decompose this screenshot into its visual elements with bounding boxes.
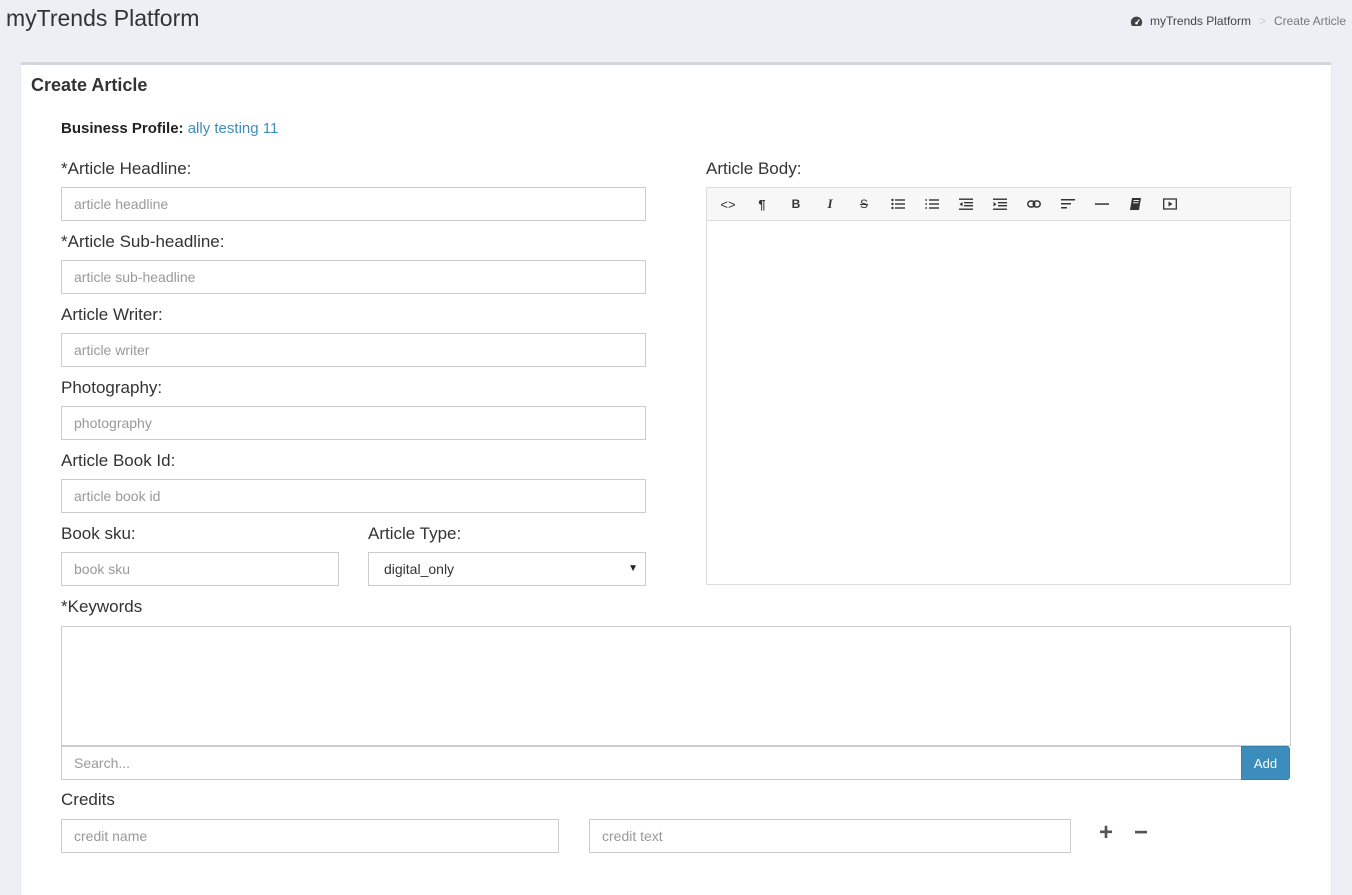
- add-keyword-button[interactable]: Add: [1241, 746, 1290, 780]
- link-icon[interactable]: [1017, 188, 1051, 220]
- photography-label: Photography:: [61, 378, 163, 397]
- create-article-box: Create Article Business Profile: ally te…: [21, 62, 1331, 895]
- code-view-icon[interactable]: <>: [711, 188, 745, 220]
- breadcrumb-home[interactable]: myTrends Platform: [1150, 14, 1251, 28]
- indent-icon[interactable]: [983, 188, 1017, 220]
- subheadline-input[interactable]: [61, 260, 646, 294]
- article-type-select[interactable]: digital_only ▼: [368, 552, 646, 586]
- caret-down-icon: ▼: [628, 563, 638, 574]
- credits-label: Credits: [61, 790, 115, 809]
- box-title: Create Article: [31, 75, 148, 95]
- credit-name-input[interactable]: [61, 819, 559, 853]
- credit-text-input[interactable]: [589, 819, 1071, 853]
- book-id-input[interactable]: [61, 479, 646, 513]
- book-id-label: Article Book Id:: [61, 451, 176, 470]
- keywords-label: *Keywords: [61, 597, 143, 616]
- breadcrumb-separator: >: [1258, 14, 1266, 28]
- book-sku-input[interactable]: [61, 552, 339, 586]
- breadcrumb: myTrends Platform > Create Article: [1130, 14, 1346, 28]
- book-sku-label: Book sku:: [61, 524, 136, 543]
- horizontal-rule-icon[interactable]: [1085, 188, 1119, 220]
- paragraph-icon[interactable]: ¶: [745, 188, 779, 220]
- outdent-icon[interactable]: [949, 188, 983, 220]
- body-label: Article Body:: [706, 159, 802, 178]
- align-icon[interactable]: [1051, 188, 1085, 220]
- dashboard-icon: [1130, 16, 1143, 26]
- add-credit-button[interactable]: +: [1099, 821, 1113, 845]
- italic-icon[interactable]: I: [813, 188, 847, 220]
- headline-label: *Article Headline:: [61, 159, 192, 178]
- article-type-label: Article Type:: [368, 524, 462, 543]
- editor-toolbar: <> ¶ B I S: [707, 188, 1290, 221]
- bold-icon[interactable]: B: [779, 188, 813, 220]
- writer-label: Article Writer:: [61, 305, 163, 324]
- subheadline-label: *Article Sub-headline:: [61, 232, 225, 251]
- strikethrough-icon[interactable]: S: [847, 188, 881, 220]
- keywords-area[interactable]: [61, 626, 1291, 746]
- keyword-search-input[interactable]: [61, 746, 1242, 780]
- article-body-editor[interactable]: <> ¶ B I S: [706, 187, 1291, 585]
- breadcrumb-current: Create Article: [1273, 14, 1346, 28]
- photography-input[interactable]: [61, 406, 646, 440]
- business-profile-label: Business Profile:: [61, 120, 184, 137]
- unordered-list-icon[interactable]: [881, 188, 915, 220]
- article-type-value: digital_only: [384, 561, 455, 577]
- app-title: myTrends Platform: [6, 5, 200, 31]
- ordered-list-icon[interactable]: [915, 188, 949, 220]
- book-icon[interactable]: [1119, 188, 1153, 220]
- business-profile: Business Profile: ally testing 11: [61, 120, 278, 137]
- business-profile-link[interactable]: ally testing 11: [188, 120, 279, 137]
- writer-input[interactable]: [61, 333, 646, 367]
- headline-input[interactable]: [61, 187, 646, 221]
- remove-credit-button[interactable]: −: [1134, 821, 1148, 845]
- video-icon[interactable]: [1153, 188, 1187, 220]
